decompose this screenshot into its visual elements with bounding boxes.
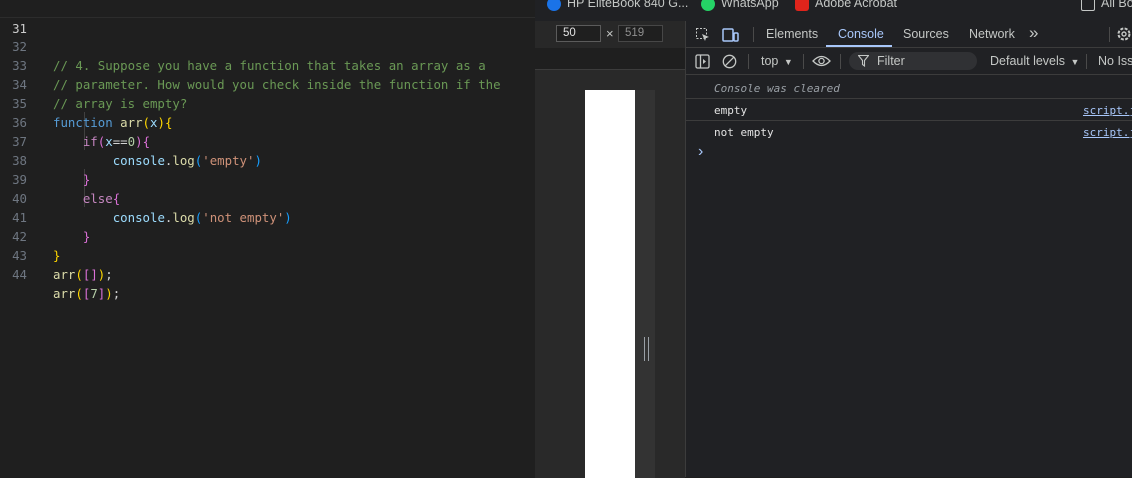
- dropdown-arrow-icon: ▼: [783, 57, 793, 67]
- toolbar-divider: [748, 54, 749, 69]
- bookmark-acrobat[interactable]: Adobe Acrobat: [795, 0, 897, 12]
- acrobat-icon: [795, 0, 809, 11]
- console-toolbar: top ▼ Filter Default levels ▼ No Issu: [686, 48, 1132, 75]
- toolbar-divider: [1109, 27, 1110, 42]
- bookmark-label: All Bo: [1101, 0, 1132, 10]
- device-width-input[interactable]: 50: [556, 25, 601, 42]
- console-filter-input[interactable]: Filter: [849, 52, 977, 70]
- code-token: arr: [53, 267, 76, 282]
- hp-icon: [547, 0, 561, 11]
- toolbar-divider: [753, 27, 754, 42]
- code-line[interactable]: 40 console.log('not empty'): [0, 170, 535, 225]
- source-link[interactable]: script.js: [1083, 126, 1132, 139]
- code-line[interactable]: 42 }: [0, 208, 535, 263]
- code-line[interactable]: 32 // 4. Suppose you have a function tha…: [0, 18, 535, 73]
- log-levels-dropdown[interactable]: Default levels ▼: [990, 54, 1079, 68]
- device-height-input[interactable]: 519: [618, 25, 663, 42]
- console-log-text: not empty: [714, 126, 774, 139]
- whatsapp-icon: [701, 0, 715, 11]
- sidebar-toggle-icon[interactable]: [695, 54, 710, 69]
- console-prompt[interactable]: ›: [686, 143, 1132, 163]
- devtools-tab-bar: Elements Console Sources Network »: [686, 21, 1132, 48]
- bookmark-label: HP EliteBook 840 G...: [567, 0, 689, 10]
- bookmark-label: WhatsApp: [721, 0, 779, 10]
- code-editor[interactable]: 31 32 // 4. Suppose you have a function …: [0, 0, 535, 477]
- console-cleared-text: Console was cleared: [714, 82, 840, 95]
- page-preview: [585, 90, 635, 478]
- device-viewport-pane: 50 × 519: [535, 21, 685, 478]
- dimension-times-icon: ×: [606, 26, 614, 41]
- tab-network[interactable]: Network: [969, 27, 1015, 41]
- device-dimensions-bar: 50 × 519: [535, 21, 685, 48]
- device-canvas: [535, 69, 685, 478]
- tab-sources[interactable]: Sources: [903, 27, 949, 41]
- code-line[interactable]: 33 // parameter. How would you check ins…: [0, 37, 535, 92]
- code-line[interactable]: 31: [0, 0, 535, 36]
- code-line[interactable]: 38 }: [0, 132, 535, 187]
- code-token: arr: [53, 286, 76, 301]
- inspect-element-icon[interactable]: [695, 27, 711, 43]
- issues-counter[interactable]: No Issu: [1098, 54, 1132, 68]
- filter-placeholder: Filter: [877, 54, 905, 68]
- code-line[interactable]: 35 function arr(x){: [0, 75, 535, 130]
- code-token: (: [75, 286, 83, 301]
- console-row-divider: [686, 98, 1132, 99]
- code-line[interactable]: 43 arr([]);: [0, 227, 535, 282]
- resize-handle[interactable]: [644, 337, 649, 361]
- tab-elements[interactable]: Elements: [766, 27, 818, 41]
- bookmark-all[interactable]: All Bo: [1081, 0, 1132, 12]
- clear-console-icon[interactable]: [722, 54, 737, 69]
- code-line[interactable]: 37 console.log('empty'): [0, 113, 535, 168]
- log-levels-label: Default levels: [990, 54, 1066, 68]
- source-link[interactable]: script.js: [1083, 104, 1132, 117]
- code-text: arr([7]);: [53, 284, 120, 303]
- live-expression-eye-icon[interactable]: [812, 54, 831, 68]
- devtools-panel: Elements Console Sources Network » top ▼: [685, 21, 1132, 477]
- code-line[interactable]: 34 // array is empty?: [0, 56, 535, 111]
- toolbar-divider: [1086, 54, 1087, 69]
- code-token: ]: [90, 267, 98, 282]
- code-line[interactable]: 36 if(x==0){: [0, 94, 535, 149]
- console-log-text: empty: [714, 104, 748, 117]
- dropdown-arrow-icon: ▼: [1070, 57, 1080, 67]
- toolbar-divider: [840, 54, 841, 69]
- prompt-chevron-icon: ›: [698, 143, 704, 160]
- code-line[interactable]: 39 else{: [0, 151, 535, 206]
- code-line[interactable]: 44 arr([7]);: [0, 246, 535, 301]
- code-token: ;: [105, 267, 113, 282]
- console-row-divider: [686, 120, 1132, 121]
- filter-icon: [858, 55, 869, 67]
- folder-icon: [1081, 0, 1095, 11]
- more-tabs-chevron-icon[interactable]: »: [1029, 23, 1038, 43]
- code-line[interactable]: 41 }: [0, 189, 535, 244]
- code-token: ;: [112, 286, 121, 301]
- page-preview-gutter: [635, 90, 655, 478]
- tab-console[interactable]: Console: [838, 27, 884, 41]
- context-selector[interactable]: top ▼: [761, 54, 793, 68]
- context-label: top: [761, 54, 779, 68]
- bookmarks-bar: HP EliteBook 840 G... WhatsApp Adobe Acr…: [535, 0, 1132, 21]
- toolbar-divider: [803, 54, 804, 69]
- code-token: ): [105, 286, 113, 301]
- device-toolbar-icon[interactable]: [722, 27, 739, 43]
- settings-gear-icon[interactable]: [1116, 26, 1132, 42]
- code-text: arr([]);: [53, 265, 113, 284]
- code-token: (: [75, 267, 83, 282]
- bookmark-hp[interactable]: HP EliteBook 840 G...: [547, 0, 688, 12]
- bookmark-label: Adobe Acrobat: [815, 0, 898, 10]
- code-token: 7: [90, 286, 98, 301]
- line-number: 44: [12, 267, 27, 282]
- bookmark-whatsapp[interactable]: WhatsApp: [701, 0, 779, 12]
- active-tab-indicator: [826, 45, 892, 47]
